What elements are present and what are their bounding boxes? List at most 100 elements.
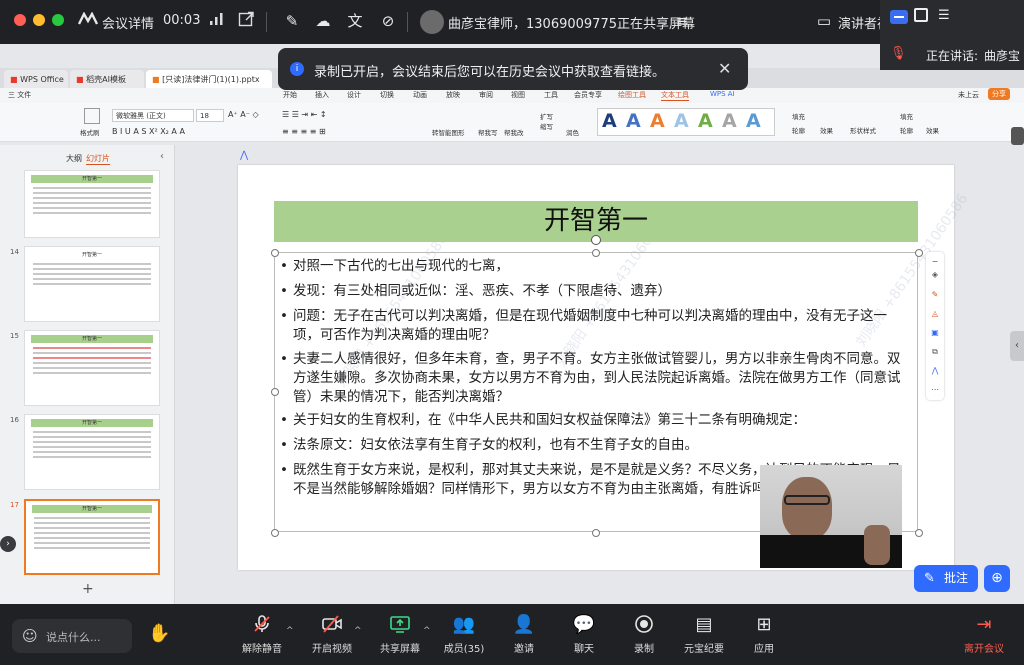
menu-text-tools[interactable]: 文本工具: [661, 90, 689, 101]
signal-icon[interactable]: [207, 11, 227, 31]
slides-tab[interactable]: 幻灯片: [86, 153, 110, 165]
pen-icon[interactable]: ✎: [930, 290, 940, 300]
menu-file[interactable]: 三 文件: [8, 90, 31, 100]
ai-write-button[interactable]: 帮我写: [478, 127, 498, 137]
resize-handle[interactable]: [915, 249, 923, 257]
menu-member[interactable]: 会员专享: [574, 90, 602, 100]
slide-thumbnail[interactable]: 开智第一: [24, 170, 160, 238]
text-fill-button[interactable]: 填充: [792, 111, 805, 121]
list-mode-icon[interactable]: ☰: [938, 8, 950, 23]
share-screen-button[interactable]: 共享屏幕: [370, 604, 430, 665]
resize-handle[interactable]: [592, 249, 600, 257]
edit-icon[interactable]: ▣: [930, 328, 940, 338]
menu-transition[interactable]: 切换: [380, 90, 394, 100]
collapse-panel-icon[interactable]: ‹: [160, 151, 164, 162]
slide-thumbnail[interactable]: 开智第一: [24, 330, 160, 406]
more-icon[interactable]: ⋯: [930, 385, 940, 395]
menu-drawing-tools[interactable]: 绘图工具: [618, 90, 646, 100]
polish-button[interactable]: 润色: [566, 127, 579, 137]
audio-options-icon[interactable]: ^: [286, 626, 294, 636]
shape-outline-button[interactable]: 轮廓: [900, 125, 913, 135]
side-collapse-icon[interactable]: ‹: [1010, 331, 1024, 361]
grow-shrink-font-buttons[interactable]: A⁺ A⁻ ◇: [228, 110, 259, 119]
unmute-button[interactable]: 解除静音: [232, 604, 292, 665]
expand-panel-icon[interactable]: ›: [0, 536, 16, 552]
close-toast-icon[interactable]: ✕: [718, 59, 731, 78]
font-name-select[interactable]: 微软雅黑 (正文): [112, 109, 194, 122]
ai-icon[interactable]: ⋀: [930, 366, 940, 376]
meeting-details-link[interactable]: 会议详情: [102, 13, 154, 32]
text-effect-button[interactable]: 效果: [820, 125, 833, 135]
list-buttons[interactable]: ☰ ☰ ⇥ ⇤ ↕: [282, 110, 327, 119]
align-buttons[interactable]: ≡ ≡ ≡ ≡ ⊞: [282, 127, 326, 136]
tab-wps-office[interactable]: ■ WPS Office: [4, 70, 68, 90]
menu-design[interactable]: 设计: [347, 90, 361, 100]
video-options-icon[interactable]: ^: [354, 626, 362, 636]
rotate-handle-icon[interactable]: [591, 235, 601, 245]
presenter-view-icon[interactable]: ▭: [814, 11, 834, 31]
close-window-button[interactable]: [14, 14, 26, 26]
format-painter-button[interactable]: 格式刷: [80, 127, 100, 137]
menu-animation[interactable]: 动画: [413, 90, 427, 100]
layers-icon[interactable]: ◈: [930, 270, 940, 280]
say-something-input[interactable]: ☺ 说点什么...: [12, 619, 132, 653]
apps-button[interactable]: ⊞ 应用: [734, 604, 794, 665]
shape-style-button[interactable]: 形状样式: [850, 125, 876, 135]
raise-hand-icon[interactable]: ✋: [148, 623, 170, 644]
text-outline-button[interactable]: 轮廓: [792, 125, 805, 135]
share-doc-button[interactable]: 分享: [988, 88, 1010, 100]
yuanbao-summary-button[interactable]: ▤ 元宝纪要: [674, 604, 734, 665]
translate-icon[interactable]: 文: [345, 11, 365, 31]
menu-review[interactable]: 审阅: [479, 90, 493, 100]
wordart-gallery[interactable]: A A A A A A A: [597, 108, 775, 136]
members-button[interactable]: 👥 成员(35): [434, 604, 494, 665]
menu-insert[interactable]: 插入: [315, 90, 329, 100]
leave-meeting-button[interactable]: ⇥ 离开会议: [954, 604, 1014, 665]
tab-pptx-file[interactable]: ■ [只读]法律讲门(1)(1).pptx: [146, 70, 272, 90]
menu-start[interactable]: 开始: [283, 90, 297, 100]
scroll-indicator[interactable]: [1011, 127, 1024, 145]
outline-tab[interactable]: 大纲: [66, 153, 82, 164]
stop-annotation-icon[interactable]: ✎: [282, 11, 302, 31]
record-button[interactable]: 录制: [614, 604, 674, 665]
minimize-window-button[interactable]: [33, 14, 45, 26]
ai-edit-button[interactable]: 帮我改: [504, 127, 524, 137]
zoom-in-button[interactable]: ⊕: [984, 565, 1010, 592]
popout-icon[interactable]: [236, 11, 256, 31]
resize-handle[interactable]: [271, 388, 279, 396]
invite-button[interactable]: 👤 邀请: [494, 604, 554, 665]
tab-ai-template[interactable]: ■ 稻壳AI模板: [70, 70, 144, 90]
resize-handle[interactable]: [271, 249, 279, 257]
window-mode-icon[interactable]: [914, 8, 928, 22]
menu-wps-ai[interactable]: WPS AI: [710, 90, 735, 98]
chat-button[interactable]: 💬 聊天: [554, 604, 614, 665]
add-slide-button[interactable]: +: [82, 581, 94, 597]
menu-view[interactable]: 视图: [511, 90, 525, 100]
copy-icon[interactable]: ⧉: [930, 347, 940, 357]
annotate-button[interactable]: ✎ 批注: [914, 565, 978, 592]
minus-icon[interactable]: −: [930, 257, 940, 267]
resize-handle[interactable]: [592, 529, 600, 537]
resize-handle[interactable]: [271, 529, 279, 537]
slide-thumbnail-selected[interactable]: 开智第一: [24, 499, 160, 575]
text-style-buttons[interactable]: B I U A S X² X₂ A A: [112, 127, 185, 136]
font-size-select[interactable]: 18: [196, 109, 224, 122]
maximize-window-button[interactable]: [52, 14, 64, 26]
slide-thumbnail[interactable]: 开智第一: [24, 414, 160, 490]
resize-handle[interactable]: [915, 529, 923, 537]
smart-art-button[interactable]: 转智能图形: [432, 127, 465, 137]
share-options-icon[interactable]: ^: [423, 626, 431, 636]
menu-slideshow[interactable]: 放映: [446, 90, 460, 100]
slide-thumbnail[interactable]: 开智第一: [24, 246, 160, 322]
start-video-button[interactable]: 开启视频: [302, 604, 362, 665]
hide-icon[interactable]: ⊘: [378, 11, 398, 31]
menu-tools[interactable]: 工具: [544, 90, 558, 100]
more-menu-icon[interactable]: ≡: [672, 11, 692, 31]
shape-fill-button[interactable]: 填充: [900, 111, 913, 121]
cloud-status[interactable]: 未上云: [958, 90, 979, 100]
minimize-panel-icon[interactable]: [890, 10, 908, 24]
ai-assistant-icon[interactable]: ⋀: [240, 150, 248, 161]
abridge-button[interactable]: 缩写: [540, 121, 553, 131]
cloud-icon[interactable]: ☁: [313, 11, 333, 31]
fill-icon[interactable]: ◬: [930, 309, 940, 319]
